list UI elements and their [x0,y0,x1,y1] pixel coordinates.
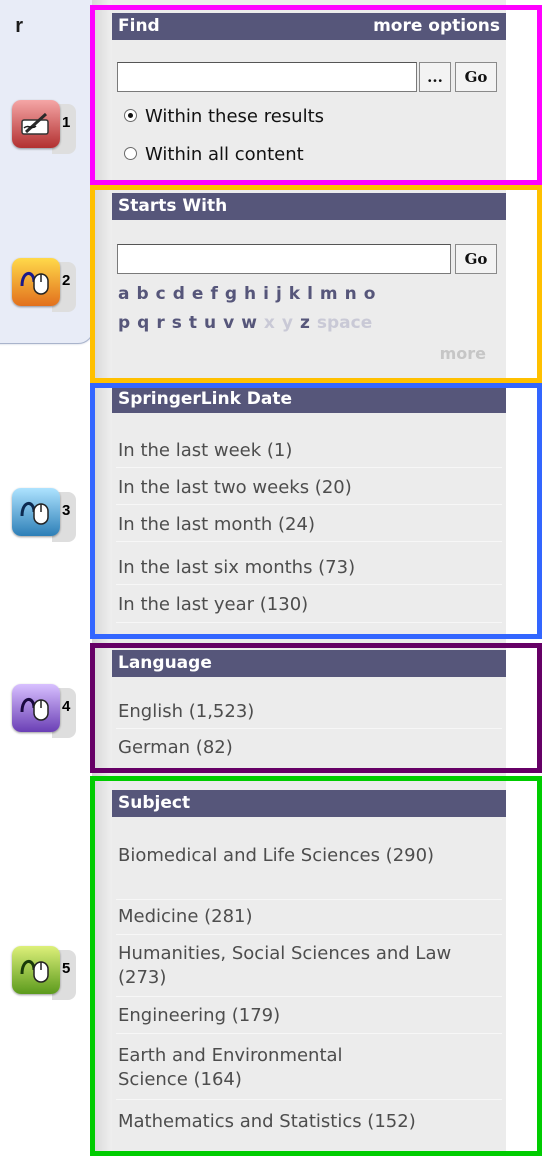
marker-2: 2 [12,258,76,316]
language-frame [90,643,542,773]
subject-frame [90,776,542,1156]
mouse-icon [12,488,60,536]
marker-number: 1 [62,114,71,131]
find-frame [90,5,542,185]
mouse-icon [12,684,60,732]
marker-1: 1 [12,100,76,158]
marker-number: 3 [62,502,71,519]
marker-3: 3 [12,488,76,546]
marker-5: 5 [12,946,76,1004]
callout-text: r [15,15,23,37]
pen-tablet-icon [12,100,60,148]
marker-number: 5 [62,960,71,977]
date-frame [90,383,542,639]
marker-number: 4 [62,698,71,715]
mouse-icon [12,946,60,994]
marker-number: 2 [62,272,71,289]
starts-with-frame [90,185,542,383]
marker-4: 4 [12,684,76,742]
mouse-icon [12,258,60,306]
